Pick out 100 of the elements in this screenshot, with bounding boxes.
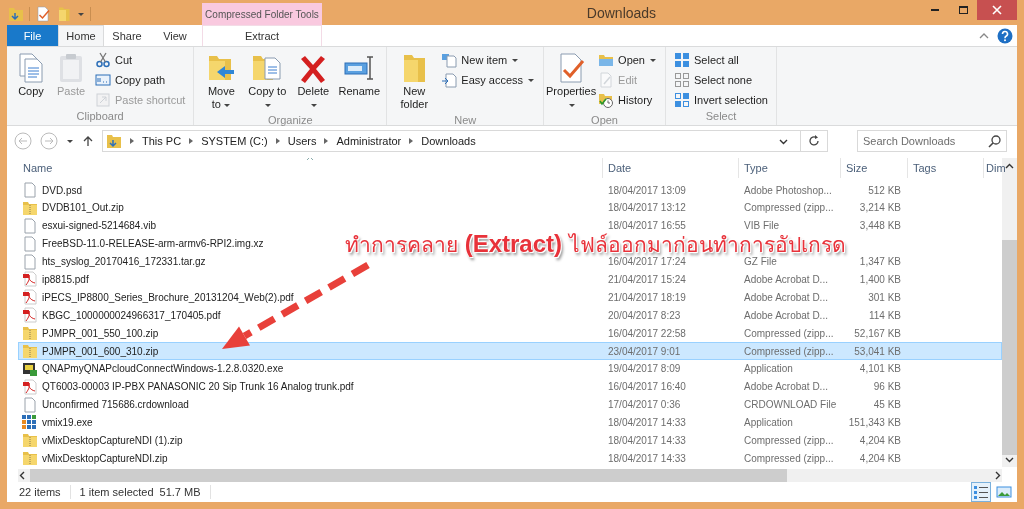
pdf-icon (22, 307, 38, 324)
back-button[interactable] (11, 132, 35, 150)
scroll-down-icon (1005, 455, 1014, 464)
annotation-text: ทำการคลาย (Extract) ไฟล์ออกมาก่อนทำการอัปเกรด (345, 233, 846, 256)
ribbon-button[interactable]: Properties (549, 50, 594, 113)
new-item-icon (441, 51, 458, 68)
breadcrumb-item[interactable]: SYSTEM (C:) (201, 135, 268, 147)
window-title: Downloads (585, 4, 658, 21)
selected-row-highlight[interactable]: PJMPR_001_600_310.zip 23/04/2017 9:01 Compressed (zipp... 53,041 KB (18, 342, 1002, 360)
column-header[interactable]: Name (18, 158, 602, 178)
pdf-icon (22, 289, 38, 306)
details-view-icon (973, 484, 989, 500)
file-size: 114 KB (868, 309, 901, 321)
ribbon-tab[interactable]: Home (58, 25, 104, 46)
file-name[interactable]: KBGC_1000000024966317_170405.pdf (42, 309, 221, 321)
breadcrumb-item[interactable]: Users (287, 135, 317, 147)
date-modified: 16/04/2017 17:24 (608, 256, 686, 268)
chevron-icon (273, 137, 282, 145)
file-name[interactable]: iPECS_IP8800_Series_Brochure_20131204_Web(2).pdf (42, 291, 294, 303)
ribbon-button[interactable]: History (595, 90, 660, 109)
ribbon-tab[interactable]: View (150, 25, 200, 46)
file-name[interactable]: DVDB101_Out.zip (42, 202, 124, 214)
ribbon-tab[interactable]: Extract (202, 25, 322, 46)
file-name[interactable]: vMixDesktopCaptureNDI.zip (42, 452, 168, 464)
file-size: 512 KB (868, 184, 901, 196)
group-label: Select (704, 109, 738, 124)
file-name[interactable]: ip8815.pdf (42, 273, 89, 285)
zip-folder-icon (22, 450, 38, 467)
file-name[interactable]: esxui-signed-5214684.vib (42, 220, 156, 232)
file-size: 1,347 KB (859, 256, 901, 268)
breadcrumb-item[interactable]: Downloads (421, 135, 476, 147)
file-type: VIB File (744, 220, 779, 232)
file-name[interactable]: DVD.psd (42, 184, 82, 196)
file-name[interactable]: QNAPmyQNAPcloudConnectWindows-1.2.8.0320.exe (42, 363, 284, 375)
file-name[interactable]: PJMPR_001_600_310.zip (42, 345, 159, 357)
folder-icon (56, 6, 72, 22)
back-icon (14, 132, 32, 150)
file-type: GZ File (744, 256, 777, 268)
easy-access-icon (441, 71, 458, 88)
ribbon-button[interactable]: Copy (12, 50, 50, 100)
horizontal-scrollbar[interactable] (18, 469, 1002, 482)
zip-folder-icon (22, 199, 38, 216)
file-name[interactable]: QT6003-00003 IP-PBX PANASONIC 20 Sip Trunk 16 Analog trunk.pdf (42, 381, 354, 393)
file-size: 3,214 KB (859, 202, 901, 214)
file-type: Adobe Acrobat D... (744, 381, 828, 393)
breadcrumb-item[interactable]: Administrator (336, 135, 402, 147)
file-type: Compressed (zipp... (744, 452, 834, 464)
group-label: Open (590, 113, 619, 128)
column-header[interactable]: Size (840, 158, 907, 178)
selection-info: 1 item selected (79, 486, 154, 498)
file-type: Compressed (zipp... (744, 434, 834, 446)
file-size: 45 KB (873, 399, 901, 411)
ribbon-button[interactable]: Select none (671, 70, 771, 89)
pdf-icon (22, 378, 38, 395)
ribbon-button[interactable]: Copy to (245, 50, 290, 113)
file-size: 3,448 KB (859, 220, 901, 232)
file-name[interactable]: vMixDesktopCaptureNDI (1).zip (42, 434, 183, 446)
group-label: New (453, 113, 478, 128)
file-name[interactable]: Unconfirmed 715686.crdownload (42, 399, 189, 411)
document-icon (22, 253, 38, 270)
scrollbar-thumb[interactable] (1002, 240, 1017, 455)
date-modified: 18/04/2017 14:33 (608, 452, 686, 464)
details-view-button[interactable] (971, 482, 991, 502)
refresh-icon (807, 134, 821, 148)
close-icon (992, 5, 1002, 15)
breadcrumb-item[interactable]: This PC (142, 135, 182, 147)
file-name[interactable]: FreeBSD-11.0-RELEASE-arm-armv6-RPI2.img.xz (42, 238, 264, 250)
ribbon-button[interactable]: Open (595, 50, 660, 69)
column-header[interactable]: Type (738, 158, 840, 178)
file-size: 4,204 KB (859, 434, 901, 446)
scrollbar-thumb[interactable] (30, 469, 787, 482)
quick-folder-icon (106, 133, 122, 149)
date-modified: 18/04/2017 13:09 (608, 184, 686, 196)
column-header[interactable]: Date (602, 158, 738, 178)
edit-icon (598, 71, 615, 88)
ribbon-button[interactable]: Copy path (92, 70, 189, 89)
file-name[interactable]: vmix19.exe (42, 417, 93, 429)
shortcut-icon (95, 91, 111, 108)
ribbon-button[interactable]: New item (438, 50, 539, 69)
file-name[interactable]: PJMPR_001_550_100.zip (42, 327, 159, 339)
pdf-icon (22, 271, 38, 288)
ribbon-tab[interactable]: Share (104, 25, 150, 46)
ribbon-button[interactable]: Move to (199, 50, 244, 113)
search-field[interactable]: Search Downloads (857, 130, 1007, 152)
ribbon-button[interactable]: Easy access (438, 70, 539, 89)
invert-selection-icon (674, 91, 690, 108)
ribbon-button[interactable]: New folder (392, 50, 437, 113)
ribbon-button[interactable]: Invert selection (671, 90, 771, 109)
ribbon-button[interactable]: Select all (671, 50, 771, 69)
file-name[interactable]: hts_syslog_20170416_172331.tar.gz (42, 256, 206, 268)
file-size: 96 KB (873, 381, 901, 393)
date-modified: 18/04/2017 14:33 (608, 434, 686, 446)
ribbon-button[interactable]: Cut (92, 50, 189, 69)
column-header[interactable]: Tags (907, 158, 983, 178)
date-modified: 16/04/2017 22:58 (608, 327, 686, 339)
file-menu-tab[interactable]: File (7, 25, 58, 46)
ribbon-button[interactable]: Delete (291, 50, 336, 113)
address-bar[interactable]: This PC SYSTEM (C:) Users Administrator Downloads (102, 130, 828, 152)
scroll-right-icon (993, 471, 1002, 480)
ribbon-button[interactable]: Rename (337, 50, 382, 100)
